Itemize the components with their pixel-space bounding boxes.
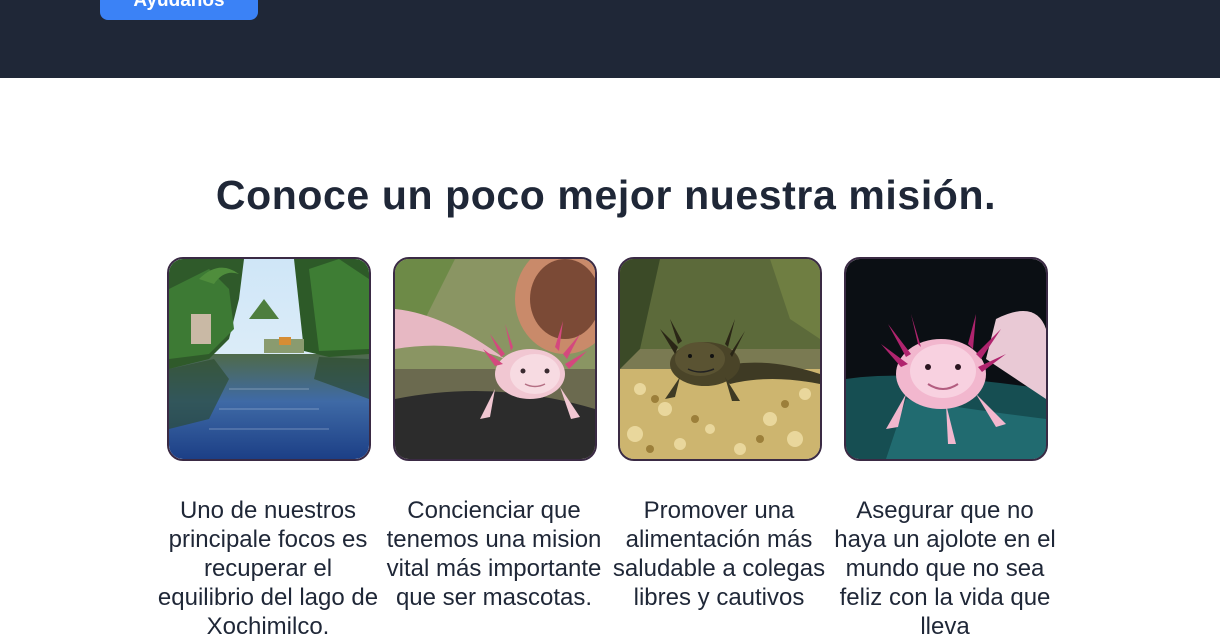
top-banner: Ayúdanos <box>0 0 1220 78</box>
mission-card-text: Concienciar que tenemos una mision vital… <box>386 497 602 611</box>
mission-card-awareness: Concienciar que tenemos una mision vital… <box>387 257 601 612</box>
mission-title: Conoce un poco mejor nuestra misión. <box>215 172 997 218</box>
xochimilco-canal-icon <box>169 259 369 459</box>
mission-card-food: Promover una alimentación más saludable … <box>613 257 825 612</box>
pink-axolotl-icon <box>395 259 595 459</box>
mission-cards: Uno de nuestros principale focos es recu… <box>0 257 1220 641</box>
mission-card-text: Uno de nuestros principale focos es recu… <box>157 497 379 640</box>
mission-card-happiness: Asegurar que no haya un ajolote en el mu… <box>834 257 1056 641</box>
pink-axolotl-dark-background-image <box>844 257 1048 461</box>
pink-axolotl-image <box>393 257 597 461</box>
mission-card-text: Promover una alimentación más saludable … <box>612 497 826 611</box>
dark-axolotl-on-gravel-icon <box>620 259 820 459</box>
dark-axolotl-on-gravel-image <box>618 257 822 461</box>
mission-card-lake: Uno de nuestros principale focos es recu… <box>158 257 378 641</box>
pink-axolotl-dark-background-icon <box>846 259 1046 459</box>
help-us-button[interactable]: Ayúdanos <box>100 0 258 20</box>
xochimilco-canal-image <box>167 257 371 461</box>
mission-card-text: Asegurar que no haya un ajolote en el mu… <box>834 497 1056 640</box>
